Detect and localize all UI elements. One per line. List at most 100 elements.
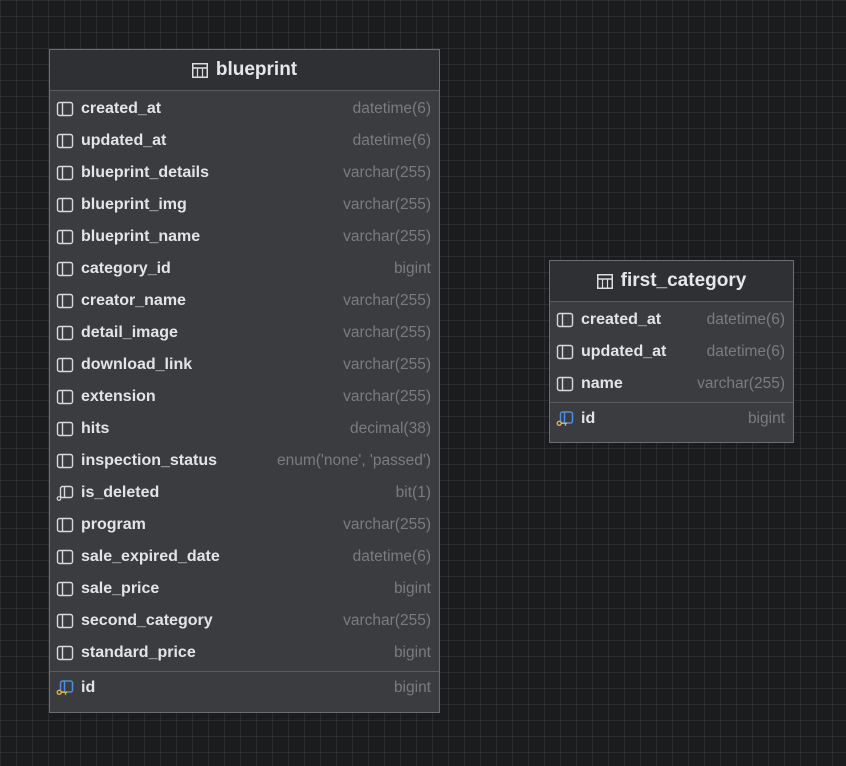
column-icon xyxy=(56,645,74,661)
primary-key-icon xyxy=(56,680,74,696)
column-icon xyxy=(56,133,74,149)
column-icon xyxy=(56,325,74,341)
column-row[interactable]: blueprint_name varchar(255) xyxy=(50,221,439,253)
table-icon xyxy=(596,273,613,289)
column-icon xyxy=(56,101,74,117)
column-name: second_category xyxy=(81,612,213,629)
column-type: enum('none', 'passed') xyxy=(276,452,431,469)
column-icon xyxy=(556,312,574,328)
table-first-category[interactable]: first_category created_at datetime(6) upda… xyxy=(549,260,794,443)
not-null-column-icon xyxy=(56,485,74,501)
column-icon xyxy=(56,261,74,277)
table-header[interactable]: blueprint xyxy=(50,50,439,91)
table-name: blueprint xyxy=(215,59,298,80)
column-type: varchar(255) xyxy=(343,292,431,309)
column-name: id xyxy=(81,679,96,696)
column-row[interactable]: updated_at datetime(6) xyxy=(550,336,793,368)
column-type: varchar(255) xyxy=(343,388,431,405)
primary-key-list: id bigint xyxy=(550,403,793,435)
column-icon xyxy=(56,229,74,245)
column-name: extension xyxy=(81,388,156,405)
column-name: creator_name xyxy=(81,292,186,309)
column-name: blueprint_details xyxy=(81,164,210,181)
column-row[interactable]: updated_at datetime(6) xyxy=(50,125,439,157)
primary-key-row[interactable]: id bigint xyxy=(50,672,439,704)
column-type: bigint xyxy=(747,410,785,427)
column-list: created_at datetime(6) updated_at datetime(… xyxy=(50,91,439,669)
column-name: updated_at xyxy=(581,343,667,360)
column-name: is_deleted xyxy=(81,484,160,501)
column-icon xyxy=(56,453,74,469)
column-icon xyxy=(56,581,74,597)
column-row[interactable]: second_category varchar(255) xyxy=(50,605,439,637)
column-name: name xyxy=(581,375,623,392)
column-name: download_link xyxy=(81,356,193,373)
column-row[interactable]: blueprint_details varchar(255) xyxy=(50,157,439,189)
table-header[interactable]: first_category xyxy=(550,261,793,302)
table-blueprint[interactable]: blueprint created_at datetime(6) updated_a… xyxy=(49,49,440,713)
column-row[interactable]: sale_price bigint xyxy=(50,573,439,605)
column-name: detail_image xyxy=(81,324,178,341)
column-icon xyxy=(556,344,574,360)
column-name: standard_price xyxy=(81,644,196,661)
column-icon xyxy=(556,376,574,392)
column-type: varchar(255) xyxy=(343,324,431,341)
column-type: datetime(6) xyxy=(352,132,431,149)
primary-key-list: id bigint xyxy=(50,672,439,704)
column-list: created_at datetime(6) updated_at datetime(… xyxy=(550,302,793,400)
column-row[interactable]: category_id bigint xyxy=(50,253,439,285)
column-type: varchar(255) xyxy=(697,375,785,392)
primary-key-row[interactable]: id bigint xyxy=(550,403,793,435)
column-icon xyxy=(56,293,74,309)
column-icon xyxy=(56,613,74,629)
column-row[interactable]: blueprint_img varchar(255) xyxy=(50,189,439,221)
column-icon xyxy=(56,165,74,181)
column-name: id xyxy=(581,410,596,427)
column-row[interactable]: detail_image varchar(255) xyxy=(50,317,439,349)
column-icon xyxy=(56,389,74,405)
column-type: varchar(255) xyxy=(343,516,431,533)
column-icon xyxy=(56,421,74,437)
column-name: sale_expired_date xyxy=(81,548,220,565)
column-type: varchar(255) xyxy=(343,612,431,629)
column-type: datetime(6) xyxy=(352,100,431,117)
column-type: datetime(6) xyxy=(706,343,785,360)
column-type: varchar(255) xyxy=(343,228,431,245)
column-name: blueprint_img xyxy=(81,196,187,213)
column-row[interactable]: sale_expired_date datetime(6) xyxy=(50,541,439,573)
column-row[interactable]: extension varchar(255) xyxy=(50,381,439,413)
column-name: created_at xyxy=(581,311,662,328)
column-name: inspection_status xyxy=(81,452,218,469)
column-type: varchar(255) xyxy=(343,164,431,181)
column-row[interactable]: program varchar(255) xyxy=(50,509,439,541)
column-row[interactable]: download_link varchar(255) xyxy=(50,349,439,381)
column-name: sale_price xyxy=(81,580,160,597)
column-row[interactable]: name varchar(255) xyxy=(550,368,793,400)
column-type: bit(1) xyxy=(395,484,431,501)
column-icon xyxy=(56,357,74,373)
column-row[interactable]: inspection_status enum('none', 'passed') xyxy=(50,445,439,477)
column-name: hits xyxy=(81,420,110,437)
column-row[interactable]: creator_name varchar(255) xyxy=(50,285,439,317)
column-type: datetime(6) xyxy=(352,548,431,565)
column-name: updated_at xyxy=(81,132,167,149)
column-type: bigint xyxy=(393,644,431,661)
column-type: varchar(255) xyxy=(343,356,431,373)
column-row[interactable]: hits decimal(38) xyxy=(50,413,439,445)
column-row[interactable]: standard_price bigint xyxy=(50,637,439,669)
column-row[interactable]: created_at datetime(6) xyxy=(550,304,793,336)
column-row[interactable]: is_deleted bit(1) xyxy=(50,477,439,509)
column-name: created_at xyxy=(81,100,162,117)
column-name: category_id xyxy=(81,260,171,277)
primary-key-icon xyxy=(556,411,574,427)
column-icon xyxy=(56,517,74,533)
table-name: first_category xyxy=(620,270,747,291)
column-row[interactable]: created_at datetime(6) xyxy=(50,93,439,125)
column-name: program xyxy=(81,516,146,533)
column-type: decimal(38) xyxy=(350,420,431,437)
column-icon xyxy=(56,549,74,565)
table-icon xyxy=(191,62,208,78)
column-type: bigint xyxy=(393,260,431,277)
column-icon xyxy=(56,197,74,213)
column-type: bigint xyxy=(393,679,431,696)
